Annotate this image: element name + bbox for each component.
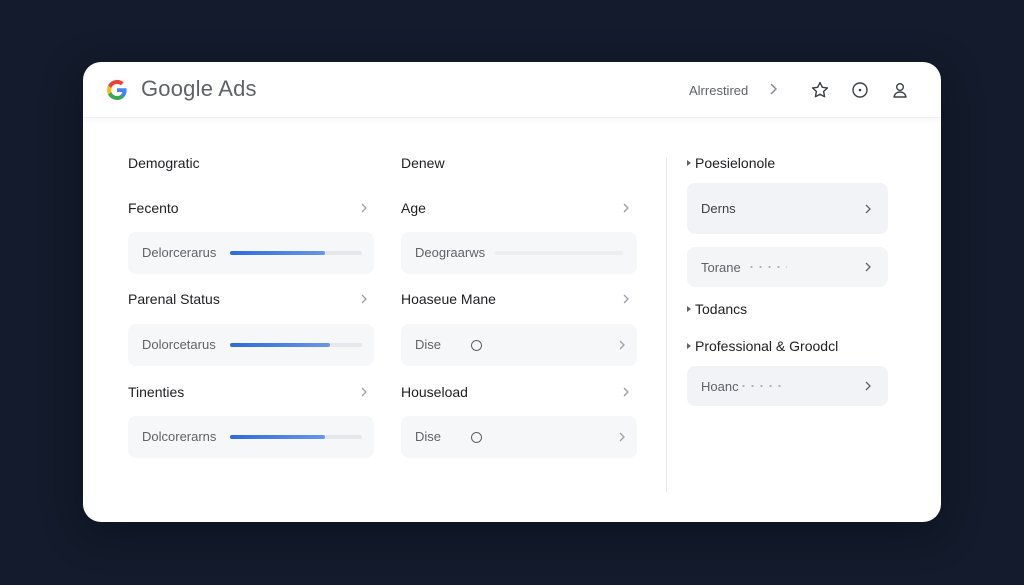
caret-right-icon: [687, 160, 691, 166]
chevron-right-icon[interactable]: [621, 202, 631, 214]
info-icon[interactable]: [850, 80, 870, 100]
col1-row2-label[interactable]: Parenal Status: [128, 291, 220, 307]
field-value: Deograarws: [415, 245, 486, 260]
chevron-right-icon[interactable]: [621, 386, 631, 398]
dotted-line: [739, 385, 785, 387]
chevron-right-icon[interactable]: [359, 293, 369, 305]
right-section-3[interactable]: Professional & Groodcl: [695, 338, 838, 354]
top-bar: Google Ads Alrrestired: [83, 62, 941, 118]
progress-track: [230, 343, 362, 347]
field-value: Dise: [415, 429, 442, 444]
chevron-right-icon[interactable]: [863, 380, 873, 392]
dotted-line: [747, 266, 787, 268]
star-icon[interactable]: [810, 80, 830, 100]
chevron-right-icon[interactable]: [359, 202, 369, 214]
col1-row1-field[interactable]: Delorcerarus: [128, 232, 374, 274]
col2-row2-field[interactable]: Dise: [401, 324, 637, 366]
field-value: Dolcorerarns: [142, 429, 217, 444]
brand-title: Google Ads: [141, 76, 257, 101]
progress-track: [495, 251, 623, 255]
progress-track: [230, 251, 362, 255]
right-card-2[interactable]: Torane: [687, 247, 888, 287]
right-card-1[interactable]: Derns: [687, 183, 888, 234]
col2-row3-label[interactable]: Houseload: [401, 384, 468, 400]
right-section-2[interactable]: Todancs: [695, 301, 747, 317]
breadcrumb[interactable]: Alrrestired: [689, 83, 748, 98]
app-window: Google Ads Alrrestired Demogratic Fecent…: [83, 62, 941, 522]
col2-row2-label[interactable]: Hoaseue Mane: [401, 291, 496, 307]
col1-title: Demogratic: [128, 155, 200, 171]
chevron-right-icon[interactable]: [617, 339, 627, 351]
caret-right-icon: [687, 343, 691, 349]
col1-row1-label[interactable]: Fecento: [128, 200, 179, 216]
chevron-right-icon[interactable]: [359, 386, 369, 398]
col2-row1-label[interactable]: Age: [401, 200, 426, 216]
progress-fill: [230, 435, 326, 439]
chevron-right-icon[interactable]: [863, 203, 873, 215]
col2-row3-field[interactable]: Dise: [401, 416, 637, 458]
chevron-right-icon[interactable]: [621, 293, 631, 305]
google-logo-icon: [106, 79, 127, 101]
card-label: Torane: [701, 260, 741, 275]
chevron-right-icon[interactable]: [863, 261, 873, 273]
right-card-3[interactable]: Hoanc: [687, 366, 888, 406]
col1-row2-field[interactable]: Dolorcetarus: [128, 324, 374, 366]
col1-row3-field[interactable]: Dolcorerarns: [128, 416, 374, 458]
card-label: Derns: [701, 201, 736, 216]
radio-button[interactable]: [471, 432, 482, 443]
caret-right-icon: [687, 306, 691, 312]
col2-row1-field[interactable]: Deograarws: [401, 232, 637, 274]
field-value: Dise: [415, 337, 442, 352]
col2-title: Denew: [401, 155, 445, 171]
progress-fill: [230, 343, 331, 347]
field-value: Dolorcetarus: [142, 337, 216, 352]
field-value: Delorcerarus: [142, 245, 217, 260]
chevron-right-icon[interactable]: [767, 81, 781, 97]
chevron-right-icon[interactable]: [617, 431, 627, 443]
card-label: Hoanc: [701, 379, 739, 394]
progress-fill: [230, 251, 326, 255]
col1-row3-label[interactable]: Tinenties: [128, 384, 184, 400]
right-section-1[interactable]: Poesielonole: [695, 155, 775, 171]
column-divider: [666, 158, 667, 492]
progress-track: [230, 435, 362, 439]
account-icon[interactable]: [890, 80, 910, 100]
radio-button[interactable]: [471, 340, 482, 351]
